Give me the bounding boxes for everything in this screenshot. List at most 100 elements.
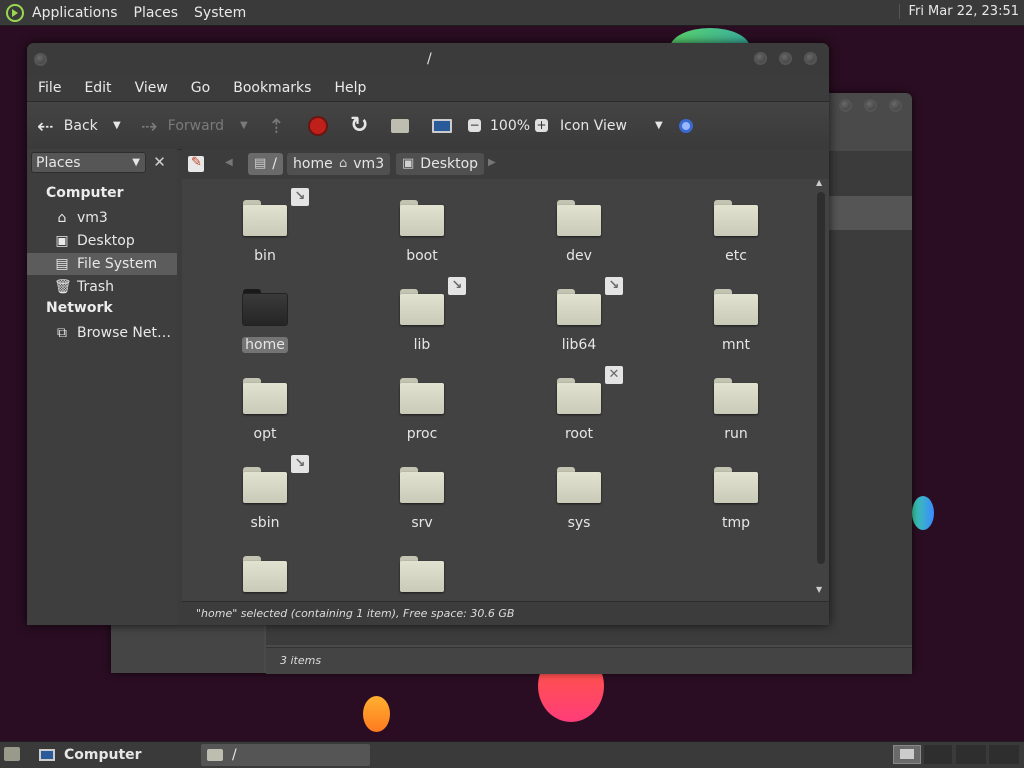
zoom-out-button[interactable]: − bbox=[468, 102, 481, 149]
taskbar-item-computer[interactable]: Computer bbox=[32, 744, 197, 766]
menu-file[interactable]: File bbox=[27, 80, 73, 96]
menu-view[interactable]: View bbox=[124, 80, 180, 96]
vertical-scrollbar[interactable]: ▲ ▼ bbox=[812, 178, 829, 599]
places-dropdown-label: Places bbox=[36, 155, 81, 171]
show-desktop-button[interactable] bbox=[4, 747, 20, 761]
file-item-bin[interactable]: ↘ bin bbox=[205, 188, 325, 264]
titlebar[interactable]: / bbox=[27, 43, 829, 76]
file-item-dev[interactable]: dev bbox=[519, 200, 639, 264]
file-item-opt[interactable]: opt bbox=[205, 378, 325, 442]
sidebar-item-vm3[interactable]: ⌂ vm3 bbox=[27, 207, 177, 229]
pathbar-scroll-right[interactable]: ▶ bbox=[488, 157, 496, 168]
file-item-boot[interactable]: boot bbox=[362, 200, 482, 264]
file-label: run bbox=[724, 426, 748, 442]
file-label: root bbox=[564, 426, 594, 442]
file-item-unnamed[interactable] bbox=[205, 556, 325, 592]
toggle-location-entry-button[interactable]: ✎ bbox=[188, 155, 204, 172]
menu-help[interactable]: Help bbox=[323, 80, 378, 96]
sidebar-item-trash[interactable]: 🗑 Trash bbox=[27, 276, 177, 298]
close-button[interactable] bbox=[889, 99, 902, 112]
folder-icon bbox=[243, 378, 287, 414]
distro-logo-icon[interactable] bbox=[6, 3, 24, 22]
scroll-up-icon[interactable]: ▲ bbox=[816, 178, 822, 187]
zoom-in-button[interactable]: + bbox=[535, 102, 548, 149]
folder-icon bbox=[714, 289, 758, 325]
close-sidebar-button[interactable]: ✕ bbox=[148, 152, 171, 173]
sidebar-item-file-system[interactable]: ▤ File System bbox=[27, 253, 177, 275]
zoom-label: 100% bbox=[490, 117, 531, 134]
sidebar-item-label: Desktop bbox=[77, 233, 135, 249]
crumb-desktop[interactable]: ▣ Desktop bbox=[396, 153, 485, 175]
desktop-folder-icon: ▣ bbox=[55, 233, 69, 249]
file-manager-window[interactable]: / File Edit View Go Bookmarks Help ⇠ Bac… bbox=[27, 43, 829, 625]
file-item-lib64[interactable]: ↘ lib64 bbox=[519, 277, 639, 353]
sidebar-item-label: File System bbox=[77, 256, 158, 272]
crumb-vm3[interactable]: ⌂ vm3 bbox=[333, 153, 391, 175]
sidebar-item-desktop[interactable]: ▣ Desktop bbox=[27, 230, 177, 252]
file-item-lib[interactable]: ↘ lib bbox=[362, 277, 482, 353]
reload-icon: ↻ bbox=[350, 113, 369, 138]
view-mode-label: Icon View bbox=[560, 117, 627, 134]
folder-icon bbox=[557, 200, 601, 236]
file-item-etc[interactable]: etc bbox=[676, 200, 796, 264]
places-dropdown[interactable]: Places ▼ bbox=[31, 152, 146, 173]
view-mode-select[interactable]: Icon View ▼ bbox=[560, 102, 663, 149]
crumb-root[interactable]: ▤ / bbox=[248, 153, 284, 175]
sidebar-section-computer: Computer bbox=[46, 185, 124, 201]
maximize-button[interactable] bbox=[864, 99, 877, 112]
clock[interactable]: Fri Mar 22, 23:51 bbox=[899, 4, 1019, 19]
back-arrow-icon: ⇠ bbox=[37, 113, 54, 138]
file-item-mnt[interactable]: mnt bbox=[676, 289, 796, 353]
home-folder-icon bbox=[391, 118, 409, 133]
forward-label: Forward bbox=[167, 117, 225, 134]
file-item-home[interactable]: home bbox=[205, 289, 325, 353]
computer-button[interactable] bbox=[432, 102, 452, 149]
maximize-button[interactable] bbox=[779, 52, 792, 65]
crumb-home[interactable]: home bbox=[287, 153, 339, 175]
file-label: tmp bbox=[721, 515, 750, 531]
minimize-button[interactable] bbox=[754, 52, 767, 65]
reload-button[interactable]: ↻ bbox=[350, 102, 368, 149]
file-item-proc[interactable]: proc bbox=[362, 378, 482, 442]
pathbar-scroll-left[interactable]: ◀ bbox=[225, 157, 233, 168]
taskbar-item-root[interactable]: / bbox=[201, 744, 370, 766]
stop-button[interactable] bbox=[310, 102, 326, 149]
sidebar-item-browse-network[interactable]: ⧉ Browse Net… bbox=[27, 322, 177, 344]
file-item-unnamed[interactable] bbox=[362, 556, 482, 592]
workspace-4[interactable] bbox=[989, 745, 1019, 764]
home-button[interactable] bbox=[391, 102, 409, 149]
close-button[interactable] bbox=[804, 52, 817, 65]
scroll-down-icon[interactable]: ▼ bbox=[816, 585, 822, 594]
folder-icon bbox=[400, 200, 444, 236]
home-folder-icon: ⌂ bbox=[57, 210, 67, 226]
search-button[interactable] bbox=[679, 102, 693, 149]
back-button[interactable]: ⇠ Back bbox=[37, 102, 98, 149]
file-item-root[interactable]: ✕ root bbox=[519, 366, 639, 442]
menu-edit[interactable]: Edit bbox=[73, 80, 123, 96]
menu-applications[interactable]: Applications bbox=[24, 5, 126, 21]
file-item-run[interactable]: run bbox=[676, 378, 796, 442]
menu-bookmarks[interactable]: Bookmarks bbox=[222, 80, 323, 96]
forward-button[interactable]: ⇢ Forward bbox=[141, 102, 224, 149]
file-label: etc bbox=[725, 248, 747, 264]
workspace-2[interactable] bbox=[924, 745, 952, 764]
statusbar: "home" selected (containing 1 item), Fre… bbox=[182, 601, 829, 625]
taskbar-item-label: Computer bbox=[64, 747, 142, 763]
file-item-sbin[interactable]: ↘ sbin bbox=[205, 455, 325, 531]
menu-go[interactable]: Go bbox=[180, 80, 222, 96]
file-icon-grid[interactable]: ↘ bin boot dev etc home ↘ lib ↘ lib64 mnt opt proc ✕ r… bbox=[182, 180, 812, 599]
menu-system[interactable]: System bbox=[186, 5, 254, 21]
file-item-tmp[interactable]: tmp bbox=[676, 467, 796, 531]
workspace-switcher[interactable] bbox=[893, 745, 921, 764]
file-item-sys[interactable]: sys bbox=[519, 467, 639, 531]
minimize-button[interactable] bbox=[839, 99, 852, 112]
back-history-dropdown[interactable]: ▼ bbox=[113, 102, 121, 149]
menu-places[interactable]: Places bbox=[126, 5, 187, 21]
workspace-3[interactable] bbox=[956, 745, 986, 764]
file-label: home bbox=[242, 337, 288, 353]
window-menu-button[interactable] bbox=[34, 53, 47, 66]
forward-history-dropdown[interactable]: ▼ bbox=[240, 102, 248, 149]
file-item-srv[interactable]: srv bbox=[362, 467, 482, 531]
scrollbar-thumb[interactable] bbox=[817, 192, 825, 564]
up-button[interactable]: ⇡ bbox=[268, 102, 285, 149]
